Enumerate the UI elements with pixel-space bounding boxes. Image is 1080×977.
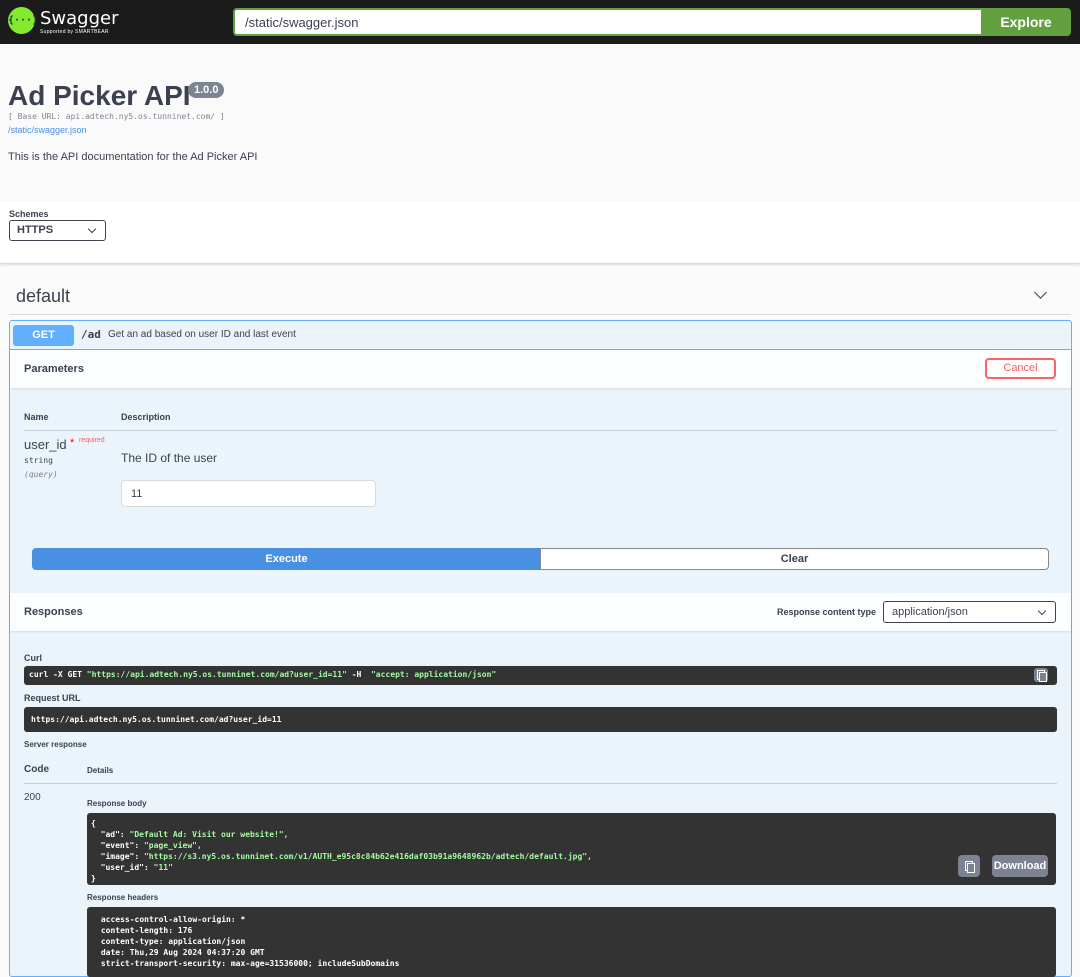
download-button[interactable]: Download xyxy=(992,855,1048,877)
param-location: (query) xyxy=(24,470,58,479)
response-headers[interactable]: access-control-allow-origin: * content-l… xyxy=(87,907,1056,977)
col-code: Code xyxy=(24,764,49,775)
curl-url: "https://api.adtech.ny5.os.tunninet.com/… xyxy=(86,670,347,679)
curl-label: Curl xyxy=(24,653,42,663)
body-line: "user_id": "11" xyxy=(91,863,173,872)
server-response-label: Server response xyxy=(24,740,87,749)
spec-url-input[interactable] xyxy=(233,8,981,36)
spec-link[interactable]: /static/swagger.json xyxy=(8,125,87,135)
header-line: access-control-allow-origin: * xyxy=(96,915,251,924)
body-line: "ad": "Default Ad: Visit our website!", xyxy=(91,830,289,839)
curl-cmd: curl -X GET xyxy=(29,670,87,679)
page-title: Ad Picker API xyxy=(8,80,191,111)
chevron-down-icon xyxy=(87,224,97,234)
curl-command[interactable]: curl -X GET "https://api.adtech.ny5.os.t… xyxy=(24,666,1057,685)
required-label: required xyxy=(79,437,105,444)
header-line: content-type: application/json xyxy=(96,937,251,946)
operation-path: /ad xyxy=(81,328,101,341)
curl-h: -H xyxy=(346,670,371,679)
curl-header: "accept: application/json" xyxy=(370,670,497,679)
operation-description: Get an ad based on user ID and last even… xyxy=(108,329,296,340)
operation-get-ad: GET /ad Get an ad based on user ID and l… xyxy=(9,320,1072,977)
execute-button[interactable]: Execute xyxy=(32,548,541,570)
request-url-label: Request URL xyxy=(24,693,81,703)
schemes-label: Schemes xyxy=(9,209,49,219)
parameters-header: Parameters Cancel xyxy=(10,350,1071,388)
body-line: "event": "page_view", xyxy=(91,841,202,850)
status-code: 200 xyxy=(24,792,41,803)
base-url: [ Base URL: api.adtech.ny5.os.tunninet.c… xyxy=(8,112,225,121)
body-line: } xyxy=(91,874,96,883)
explore-button[interactable]: Explore xyxy=(981,8,1071,36)
parameters-table-header: Name Description xyxy=(24,407,1057,431)
header-line: date: Thu,29 Aug 2024 04:37:20 GMT xyxy=(96,948,270,957)
content-type-selected: application/json xyxy=(892,606,968,618)
version-badge: 1.0.0 xyxy=(188,82,225,98)
response-headers-label: Response headers xyxy=(87,893,159,902)
clear-button[interactable]: Clear xyxy=(540,548,1049,570)
api-info: Ad Picker API 1.0.0 [ Base URL: api.adte… xyxy=(0,44,1080,202)
copy-icon xyxy=(962,859,976,873)
logo-subtext: Supported by SMARTBEAR xyxy=(40,29,109,35)
topbar: {···} Swagger Supported by SMARTBEAR Exp… xyxy=(0,0,1080,44)
col-name: Name xyxy=(24,412,49,422)
body-line: { xyxy=(91,819,96,828)
logo-text: Swagger xyxy=(40,8,119,29)
responses-header: Responses Response content type applicat… xyxy=(10,593,1071,631)
chevron-down-icon xyxy=(1037,606,1047,616)
api-description: This is the API documentation for the Ad… xyxy=(8,151,258,163)
cancel-button[interactable]: Cancel xyxy=(985,358,1056,379)
swagger-logo-icon: {···} xyxy=(8,7,38,34)
request-url[interactable]: https://api.adtech.ny5.os.tunninet.com/a… xyxy=(24,707,1057,732)
response-body-label: Response body xyxy=(87,799,147,808)
body-line: "image": "https://s3.ny5.os.tunninet.com… xyxy=(91,852,592,861)
schemes-container: Schemes HTTPS xyxy=(0,202,1080,264)
param-description: The ID of the user xyxy=(121,451,218,465)
chevron-down-icon[interactable] xyxy=(1034,286,1047,299)
operation-summary[interactable]: GET /ad Get an ad based on user ID and l… xyxy=(10,321,1071,350)
header-line: content-length: 176 xyxy=(96,926,198,935)
swagger-logo[interactable]: {···} Swagger Supported by SMARTBEAR xyxy=(8,7,128,37)
copy-icon[interactable] xyxy=(1034,668,1048,682)
user-id-input[interactable] xyxy=(121,480,376,507)
method-badge: GET xyxy=(13,325,74,346)
col-description: Description xyxy=(121,412,171,422)
response-content-type-select[interactable]: application/json xyxy=(883,601,1056,623)
schemes-select[interactable]: HTTPS xyxy=(9,220,106,241)
tag-name: default xyxy=(16,286,71,306)
param-name: user_id xyxy=(24,437,67,452)
response-body[interactable]: { "ad": "Default Ad: Visit our website!"… xyxy=(87,813,1056,885)
response-table-header: Code Details xyxy=(24,754,1057,784)
parameters-title: Parameters xyxy=(24,363,84,375)
schemes-selected: HTTPS xyxy=(17,224,54,236)
response-content-type-label: Response content type xyxy=(776,607,876,617)
param-type: string xyxy=(24,456,53,465)
responses-title: Responses xyxy=(24,606,83,618)
col-details: Details xyxy=(87,766,114,775)
required-star: * xyxy=(70,437,75,449)
copy-response-button[interactable] xyxy=(958,855,980,877)
tag-header-default[interactable]: default xyxy=(9,278,1071,315)
header-line: strict-transport-security: max-age=31536… xyxy=(96,959,405,968)
